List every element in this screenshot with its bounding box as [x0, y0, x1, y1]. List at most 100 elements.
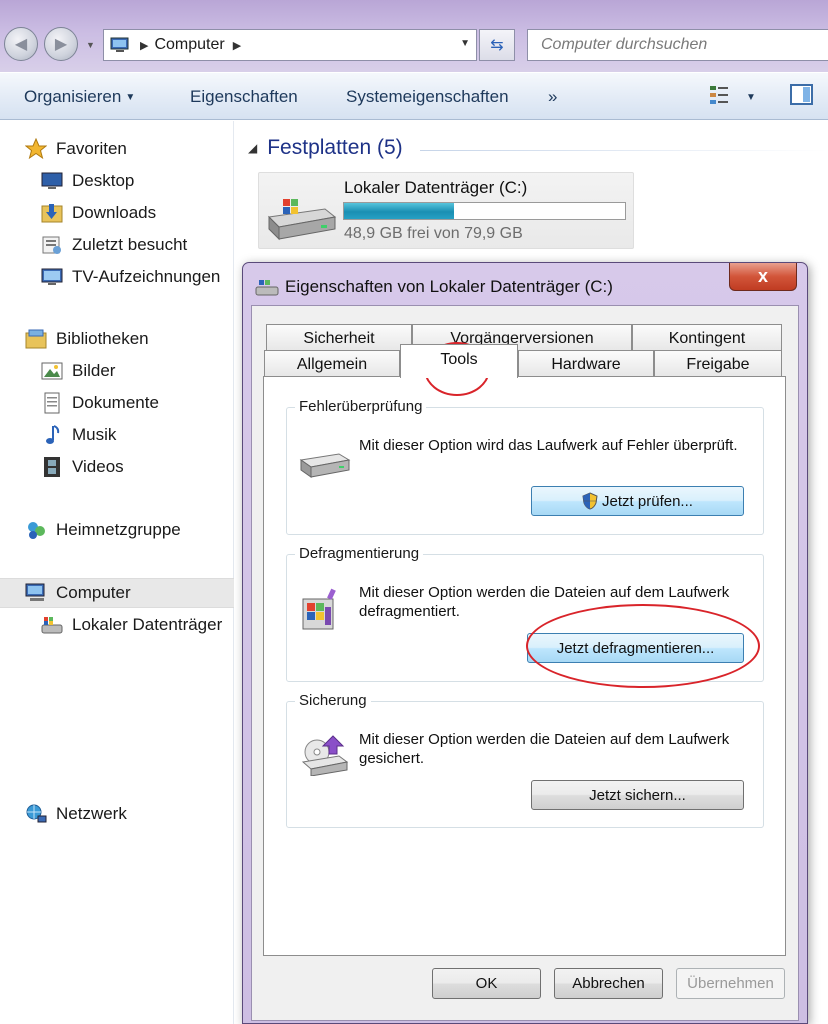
nav-favorites[interactable]: Favoriten [24, 138, 127, 160]
close-button[interactable]: x [729, 263, 797, 291]
nav-downloads[interactable]: Downloads [40, 202, 156, 224]
libraries-icon [24, 328, 48, 350]
defrag-description: Mit dieser Option werden die Dateien auf… [359, 584, 730, 620]
collapse-triangle-icon[interactable]: ◢ [248, 141, 257, 155]
chevron-down-icon: ▼ [125, 92, 136, 103]
group-divider [420, 150, 828, 151]
refresh-button[interactable]: ⇆ [479, 29, 515, 61]
nav-homegroup[interactable]: Heimnetzgruppe [24, 519, 181, 541]
backup-group: Sicherung Mit dieser Option werden die D… [286, 692, 764, 828]
film-strip-icon [40, 456, 64, 478]
nav-desktop[interactable]: Desktop [40, 170, 134, 192]
refresh-icon: ⇆ [490, 37, 504, 54]
tv-icon [40, 266, 64, 288]
backup-disk-icon [299, 732, 351, 781]
drive-usage-fill [344, 203, 454, 219]
nav-documents[interactable]: Dokumente [40, 392, 159, 414]
back-arrow-icon: ◀ [14, 36, 28, 53]
forward-button[interactable]: ▶ [44, 27, 78, 61]
nav-libraries[interactable]: Bibliotheken [24, 328, 149, 350]
nav-favorites-label: Favoriten [56, 139, 127, 158]
nav-documents-label: Dokumente [72, 393, 159, 412]
check-now-button[interactable]: Jetzt prüfen... [531, 486, 744, 516]
breadcrumb-separator-icon[interactable]: ▶ [140, 39, 148, 52]
search-box[interactable] [527, 29, 828, 61]
apply-button[interactable]: Übernehmen [676, 968, 785, 999]
more-commands-button[interactable]: » [548, 87, 557, 107]
tab-general[interactable]: Allgemein [264, 350, 400, 378]
drive-small-icon [255, 279, 279, 302]
nav-music[interactable]: Musik [40, 424, 116, 446]
tab-hardware[interactable]: Hardware [518, 350, 654, 378]
hard-disks-group-header[interactable]: ◢ Festplatten (5) [248, 136, 403, 160]
drive-tile-c[interactable]: Lokaler Datenträger (C:) 48,9 GB frei vo… [258, 172, 634, 249]
music-note-icon [40, 424, 64, 446]
nav-computer[interactable]: Computer [24, 582, 131, 604]
back-button[interactable]: ◀ [4, 27, 38, 61]
address-bar[interactable]: ▶ Computer ▶ ▼ [103, 29, 477, 61]
check-now-label: Jetzt prüfen... [602, 492, 693, 510]
defrag-group: Defragmentierung Mit dieser Option werde… [286, 545, 764, 682]
breadcrumb-computer[interactable]: Computer [154, 36, 224, 54]
computer-icon [110, 36, 132, 54]
search-input[interactable] [539, 35, 828, 55]
nav-homegroup-label: Heimnetzgruppe [56, 520, 181, 539]
desktop-icon [40, 170, 64, 192]
homegroup-icon [24, 519, 48, 541]
recent-places-icon [40, 234, 64, 256]
nav-computer-label: Computer [56, 583, 131, 602]
drive-name: Lokaler Datenträger (C:) [344, 178, 528, 197]
nav-tv-label: TV-Aufzeichnungen [72, 267, 221, 286]
nav-videos-label: Videos [72, 457, 124, 476]
address-dropdown-icon[interactable]: ▼ [460, 38, 470, 49]
pictures-icon [40, 360, 64, 382]
tab-security[interactable]: Sicherheit [266, 324, 412, 352]
nav-network[interactable]: Netzwerk [24, 803, 127, 825]
preview-pane-icon[interactable] [790, 84, 814, 111]
recent-pages-dropdown[interactable]: ▼ [86, 40, 96, 50]
star-icon [24, 138, 48, 160]
drive-usage-bar [343, 202, 626, 220]
tools-tab-panel: Fehlerüberprüfung Mit dieser Option wird… [263, 376, 786, 956]
close-icon: x [757, 266, 768, 286]
backup-description: Mit dieser Option werden die Dateien auf… [359, 731, 730, 767]
nav-libraries-label: Bibliotheken [56, 329, 149, 348]
tab-tools[interactable]: Tools [400, 344, 518, 378]
nav-pictures-label: Bilder [72, 361, 116, 380]
nav-local-disk[interactable]: Lokaler Datenträger [40, 614, 222, 636]
nav-recent[interactable]: Zuletzt besucht [40, 234, 187, 256]
nav-videos[interactable]: Videos [40, 456, 124, 478]
nav-music-label: Musik [72, 425, 117, 444]
system-properties-button[interactable]: Systemeigenschaften [346, 87, 509, 107]
tab-quota[interactable]: Kontingent [632, 324, 782, 352]
backup-now-button[interactable]: Jetzt sichern... [531, 780, 744, 810]
hard-drive-check-icon [299, 446, 351, 485]
tab-sharing[interactable]: Freigabe [654, 350, 782, 378]
defrag-icon [299, 587, 345, 636]
group-title: Festplatten (5) [267, 136, 403, 159]
documents-icon [40, 392, 64, 414]
forward-arrow-icon: ▶ [54, 36, 68, 53]
defragment-now-button[interactable]: Jetzt defragmentieren... [527, 633, 744, 663]
breadcrumb-separator-icon[interactable]: ▶ [233, 39, 241, 52]
uac-shield-icon [582, 492, 598, 510]
nav-local-disk-label: Lokaler Datenträger [72, 615, 223, 634]
view-options-dropdown-icon[interactable]: ▼ [746, 92, 756, 103]
organize-label: Organisieren [24, 87, 122, 106]
computer-icon [24, 582, 48, 604]
dialog-title: Eigenschaften von Lokaler Datenträger (C… [285, 277, 613, 296]
cancel-button[interactable]: Abbrechen [554, 968, 663, 999]
drive-free-space: 48,9 GB frei von 79,9 GB [344, 225, 523, 242]
organize-menu[interactable]: Organisieren ▼ [24, 87, 135, 107]
ok-button[interactable]: OK [432, 968, 541, 999]
navigation-pane [0, 121, 234, 1024]
change-view-icon[interactable] [708, 84, 730, 111]
nav-pictures[interactable]: Bilder [40, 360, 115, 382]
downloads-folder-icon [40, 202, 64, 224]
error-check-group: Fehlerüberprüfung Mit dieser Option wird… [286, 398, 764, 535]
properties-button[interactable]: Eigenschaften [190, 87, 298, 107]
defrag-label: Defragmentierung [295, 545, 424, 562]
nav-tv-recordings[interactable]: TV-Aufzeichnungen [40, 266, 220, 288]
nav-network-label: Netzwerk [56, 804, 127, 823]
local-disk-icon [40, 614, 64, 636]
